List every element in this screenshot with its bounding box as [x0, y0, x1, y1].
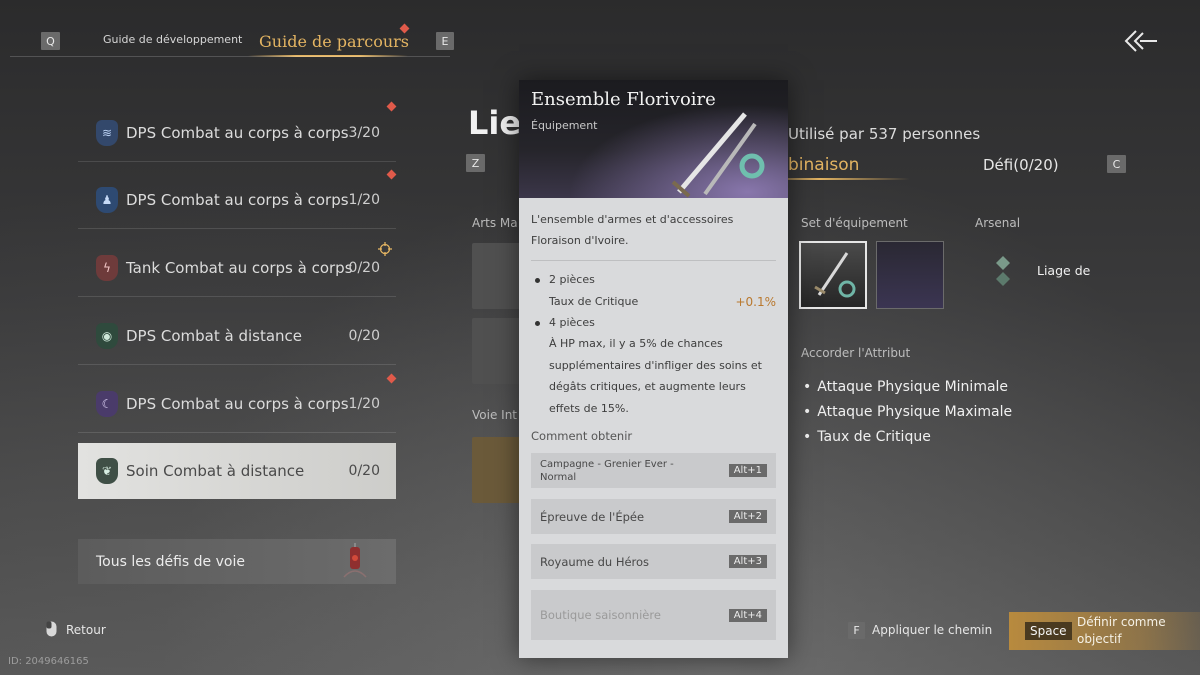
path-slot[interactable]	[472, 437, 520, 503]
source-name: Royaume du Héros	[540, 554, 650, 569]
target-crosshair-icon	[378, 241, 392, 256]
apply-path-button[interactable]: Appliquer le chemin	[872, 623, 992, 637]
set-bonus-2-value: +0.1%	[735, 295, 776, 309]
path-name: DPS Combat au corps à corps	[126, 123, 349, 142]
path-item-5[interactable]: ☾ DPS Combat au corps à corps 1/20	[78, 375, 396, 433]
set-bonus-2-stat: Taux de Critique	[549, 295, 639, 308]
key-hint-q: Q	[41, 32, 60, 50]
path-count: 1/20	[348, 191, 380, 208]
key-hint-c: C	[1107, 155, 1126, 173]
tooltip-title: Ensemble Florivoire	[531, 89, 716, 110]
back-button[interactable]: Retour	[66, 623, 106, 637]
all-path-challenges-button[interactable]: Tous les défis de voie	[78, 539, 396, 584]
source-hotkey: Alt+1	[728, 464, 767, 477]
path-item-2[interactable]: ♟ DPS Combat au corps à corps 1/20	[78, 171, 396, 229]
wave-icon: ≋	[96, 119, 118, 146]
skill-slot[interactable]	[472, 318, 522, 384]
source-row-2[interactable]: Épreuve de l'Épée Alt+2	[531, 499, 776, 534]
lantern-icon	[340, 543, 370, 581]
how-to-obtain-label: Comment obtenir	[531, 429, 633, 443]
back-arrow-icon[interactable]	[1122, 28, 1158, 54]
lightning-icon: ϟ	[96, 254, 118, 281]
mouse-icon	[46, 621, 57, 637]
path-count: 0/20	[348, 327, 380, 344]
path-item-1[interactable]: ≋ DPS Combat au corps à corps 3/20	[78, 104, 396, 162]
path-name: Soin Combat à distance	[126, 462, 305, 480]
top-divider	[10, 56, 450, 57]
key-hint-z: Z	[466, 154, 485, 172]
key-hint-e: E	[436, 32, 454, 50]
source-hotkey: Alt+2	[728, 510, 767, 523]
skill-slot[interactable]	[472, 243, 522, 309]
path-count: 1/20	[348, 395, 380, 412]
path-count: 0/20	[348, 463, 380, 479]
source-hotkey: Alt+3	[728, 555, 767, 568]
tab-guide-parcours[interactable]: Guide de parcours	[259, 32, 409, 51]
tooltip-divider	[531, 260, 776, 261]
voie-label: Voie Int	[472, 408, 517, 422]
path-name: DPS Combat au corps à corps	[126, 394, 349, 413]
attribute-item: Taux de Critique	[803, 429, 931, 445]
equipment-tooltip: Ensemble Florivoire Équipement L'ensembl…	[519, 80, 788, 658]
path-name: DPS Combat au corps à corps	[126, 190, 349, 209]
source-row-4[interactable]: Boutique saisonnière Alt+4	[531, 590, 776, 640]
equipment-slot[interactable]	[876, 241, 944, 309]
attribute-item: Attaque Physique Maximale	[803, 404, 1012, 420]
crescent-icon: ☾	[96, 390, 118, 417]
set-objective-button[interactable]: Space Définir comme objectif	[1009, 612, 1200, 650]
set-bonus-4-text: À HP max, il y a 5% de chances supplémen…	[549, 337, 762, 415]
path-count: 0/20	[348, 259, 380, 276]
path-name: DPS Combat à distance	[126, 326, 303, 345]
path-item-4[interactable]: ◉ DPS Combat à distance 0/20	[78, 307, 396, 365]
tooltip-subtitle: Équipement	[531, 119, 598, 132]
sword-icon	[814, 252, 856, 298]
arsenal-item-name: Liage de	[1037, 263, 1091, 278]
tooltip-description: L'ensemble d'armes et d'accessoires Flor…	[531, 213, 734, 247]
source-name: Épreuve de l'Épée	[540, 509, 645, 524]
leaf-icon: ❦	[96, 458, 118, 484]
tab-combinaison[interactable]: binaison	[788, 155, 859, 175]
used-by-count: Utilisé par 537 personnes	[788, 125, 981, 143]
tab-guide-developpement[interactable]: Guide de développement	[103, 33, 242, 46]
all-challenges-label: Tous les défis de voie	[96, 554, 245, 570]
tooltip-header: Ensemble Florivoire Équipement	[519, 80, 788, 198]
source-name: Boutique saisonnière	[540, 608, 661, 622]
eye-icon: ◉	[96, 322, 118, 349]
source-name: Campagne - Grenier Ever -Normal	[540, 458, 674, 483]
source-row-1[interactable]: Campagne - Grenier Ever -Normal Alt+1	[531, 453, 776, 488]
weapon-set-icon	[667, 108, 777, 198]
path-count: 3/20	[348, 124, 380, 141]
bullet	[535, 278, 540, 283]
space-key-hint: Space	[1025, 622, 1072, 640]
figure-icon: ♟	[96, 186, 118, 213]
arsenal-emblem-icon	[990, 254, 1016, 288]
equipment-set-label: Set d'équipement	[801, 216, 908, 230]
key-hint-f: F	[848, 622, 865, 639]
arsenal-label: Arsenal	[975, 216, 1021, 230]
path-item-3[interactable]: ϟ Tank Combat au corps à corps 0/20	[78, 239, 396, 297]
set-objective-label: Définir comme objectif	[1077, 615, 1166, 646]
tab-defi[interactable]: Défi(0/20)	[983, 156, 1059, 174]
set-bonus-2-title: 2 pièces	[549, 273, 595, 286]
set-bonus-4-title: 4 pièces	[549, 316, 595, 329]
player-id: ID: 2049646165	[8, 656, 89, 667]
path-name: Tank Combat au corps à corps	[126, 258, 353, 277]
arts-label: Arts Ma	[472, 216, 518, 230]
bullet	[535, 321, 540, 326]
path-item-6[interactable]: ❦ Soin Combat à distance 0/20	[78, 443, 396, 499]
source-hotkey: Alt+4	[728, 608, 767, 622]
source-row-3[interactable]: Royaume du Héros Alt+3	[531, 544, 776, 579]
attribute-section-label: Accorder l'Attribut	[801, 346, 911, 360]
attribute-item: Attaque Physique Minimale	[803, 379, 1008, 395]
equipment-slot-selected[interactable]	[799, 241, 867, 309]
